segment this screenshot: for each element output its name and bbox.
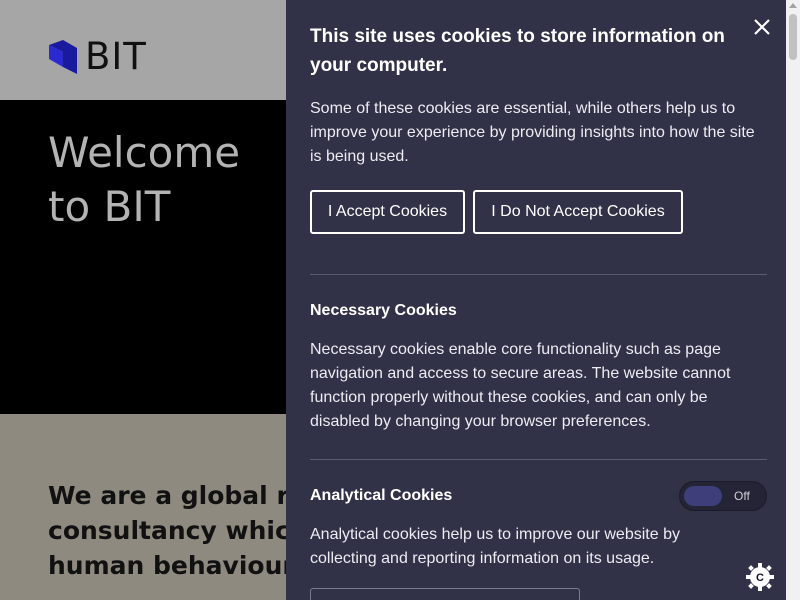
scroll-up-arrow-icon[interactable]	[789, 3, 797, 8]
divider	[310, 459, 767, 460]
logo-text: BIT	[85, 35, 147, 78]
scrollbar[interactable]	[786, 0, 800, 600]
logo-mark-icon	[49, 39, 77, 74]
accept-cookies-button[interactable]: I Accept Cookies	[310, 190, 465, 234]
next-section-box	[310, 588, 580, 600]
hero-title: Welcome to BIT	[48, 128, 241, 231]
close-icon[interactable]	[752, 17, 772, 37]
necessary-cookies-title: Necessary Cookies	[310, 302, 457, 319]
cookie-settings-icon: C	[746, 563, 774, 591]
cookie-panel-title: This site uses cookies to store informat…	[310, 26, 725, 76]
scroll-thumb[interactable]	[789, 14, 797, 60]
cookie-panel-intro: Some of these cookies are essential, whi…	[310, 100, 755, 165]
analytical-cookies-title: Analytical Cookies	[310, 487, 453, 504]
cookie-consent-panel: This site uses cookies to store informat…	[286, 0, 786, 600]
site-logo[interactable]: BIT	[49, 38, 147, 75]
necessary-cookies-description: Necessary cookies enable core functional…	[310, 341, 731, 430]
cookie-settings-button[interactable]: C	[706, 520, 786, 600]
toggle-state-label: Off	[734, 489, 750, 503]
toggle-knob	[684, 486, 722, 506]
divider	[310, 274, 767, 275]
decline-cookies-button[interactable]: I Do Not Accept Cookies	[473, 190, 683, 234]
analytical-cookies-toggle[interactable]: Off	[679, 481, 767, 511]
analytical-cookies-description: Analytical cookies help us to improve ou…	[310, 526, 680, 567]
svg-text:C: C	[756, 572, 764, 584]
